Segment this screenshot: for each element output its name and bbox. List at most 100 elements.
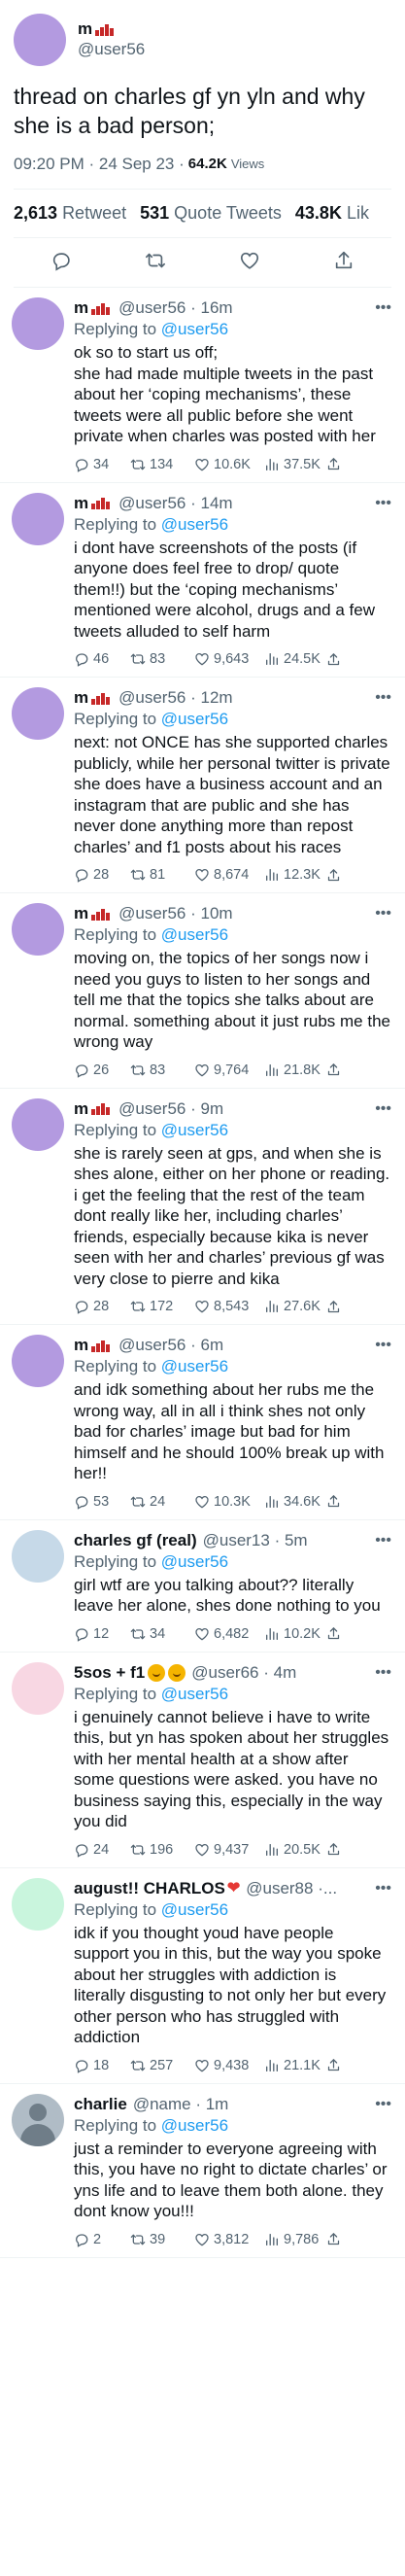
reply-button[interactable]: 28 <box>74 867 130 883</box>
like-button[interactable]: 8,674 <box>194 867 264 883</box>
share-button[interactable] <box>326 1842 341 1857</box>
views-button[interactable]: 37.5K <box>264 457 326 472</box>
more-dots-icon[interactable]: ••• <box>369 687 391 709</box>
more-dots-icon[interactable]: ••• <box>369 493 391 514</box>
reply-tweet[interactable]: m @user56 · 16m ••• Replying to @user56 ok s… <box>0 288 405 483</box>
views-button[interactable]: 24.5K <box>264 651 326 667</box>
author-handle[interactable]: @user56 · 10m <box>118 903 232 924</box>
retweets-stat[interactable]: 2,613 Retweet <box>14 203 126 224</box>
more-dots-icon[interactable]: ••• <box>369 1335 391 1356</box>
quotes-stat[interactable]: 531 Quote Tweets <box>140 203 282 224</box>
avatar[interactable] <box>12 1335 64 1387</box>
views-button[interactable]: 27.6K <box>264 1299 326 1314</box>
author-name[interactable]: m <box>74 493 113 514</box>
mention-link[interactable]: @user56 <box>161 515 228 534</box>
views-button[interactable]: 20.5K <box>264 1842 326 1858</box>
author-name[interactable]: charlie <box>74 2094 127 2115</box>
retweet-button[interactable]: 196 <box>130 1842 194 1858</box>
reply-button[interactable]: 46 <box>74 651 130 667</box>
avatar[interactable] <box>12 903 64 956</box>
reply-button[interactable]: 24 <box>74 1842 130 1858</box>
mention-link[interactable]: @user56 <box>161 1121 228 1139</box>
reply-button[interactable] <box>51 250 72 276</box>
avatar[interactable] <box>12 1877 64 1931</box>
like-button[interactable]: 10.6K <box>194 457 264 472</box>
author-handle[interactable]: @user56 · 12m <box>118 687 232 709</box>
avatar[interactable] <box>12 687 64 740</box>
author-name[interactable]: m <box>78 19 145 39</box>
retweet-button[interactable]: 83 <box>130 1062 194 1078</box>
author-handle[interactable]: @user56 · 9m <box>118 1098 223 1120</box>
avatar[interactable] <box>12 297 64 350</box>
share-button[interactable] <box>333 250 354 276</box>
reply-button[interactable]: 34 <box>74 457 130 472</box>
share-button[interactable] <box>326 2058 341 2072</box>
mention-link[interactable]: @user56 <box>161 2116 228 2135</box>
views-button[interactable]: 12.3K <box>264 867 326 883</box>
reply-tweet[interactable]: august!! CHARLOS ❤ @user88 ·... ••• Replying… <box>0 1868 405 2084</box>
mention-link[interactable]: @user56 <box>161 1552 228 1571</box>
reply-tweet[interactable]: m @user56 · 14m ••• Replying to @user56 i do… <box>0 483 405 678</box>
share-button[interactable] <box>326 652 341 667</box>
views-button[interactable]: 9,786 <box>264 2232 326 2247</box>
retweet-button[interactable]: 172 <box>130 1299 194 1314</box>
reply-tweet[interactable]: m @user56 · 6m ••• Replying to @user56 and i… <box>0 1325 405 1520</box>
author-handle[interactable]: @user88 ·... <box>246 1878 337 1899</box>
mention-link[interactable]: @user56 <box>161 1357 228 1375</box>
more-dots-icon[interactable]: ••• <box>369 903 391 924</box>
avatar[interactable] <box>14 14 66 66</box>
retweet-button[interactable]: 39 <box>130 2232 194 2247</box>
author-handle[interactable]: @name · 1m <box>133 2094 229 2115</box>
like-button[interactable] <box>239 250 260 276</box>
retweet-button[interactable]: 81 <box>130 867 194 883</box>
author-handle[interactable]: @user56 <box>78 39 145 60</box>
more-dots-icon[interactable]: ••• <box>369 2094 391 2115</box>
retweet-button[interactable]: 257 <box>130 2058 194 2073</box>
author-handle[interactable]: @user66 · 4m <box>191 1662 296 1684</box>
views-button[interactable]: 21.1K <box>264 2058 326 2073</box>
like-button[interactable]: 9,764 <box>194 1062 264 1078</box>
mention-link[interactable]: @user56 <box>161 925 228 944</box>
like-button[interactable]: 9,437 <box>194 1842 264 1858</box>
share-button[interactable] <box>326 2232 341 2246</box>
more-dots-icon[interactable]: ••• <box>369 1878 391 1899</box>
like-button[interactable]: 9,438 <box>194 2058 264 2073</box>
avatar[interactable] <box>12 1097 64 1151</box>
author-handle[interactable]: @user56 · 14m <box>118 493 232 514</box>
views-button[interactable]: 10.2K <box>264 1626 326 1642</box>
like-button[interactable]: 6,482 <box>194 1626 264 1642</box>
more-dots-icon[interactable]: ••• <box>369 1098 391 1120</box>
retweet-button[interactable]: 83 <box>130 651 194 667</box>
share-button[interactable] <box>326 1494 341 1509</box>
mention-link[interactable]: @user56 <box>161 320 228 338</box>
retweet-button[interactable] <box>145 250 166 276</box>
reply-tweet[interactable]: 5sos + f1 @user66 · 4m ••• Replying to @use… <box>0 1653 405 1868</box>
reply-button[interactable]: 2 <box>74 2232 130 2247</box>
reply-button[interactable]: 12 <box>74 1626 130 1642</box>
share-button[interactable] <box>326 1626 341 1641</box>
author-name[interactable]: m <box>74 1098 113 1120</box>
retweet-button[interactable]: 24 <box>130 1494 194 1510</box>
reply-tweet[interactable]: charles gf (real) @user13 · 5m ••• Replying… <box>0 1520 405 1653</box>
share-button[interactable] <box>326 868 341 883</box>
avatar[interactable] <box>12 1529 64 1583</box>
like-button[interactable]: 9,643 <box>194 651 264 667</box>
share-button[interactable] <box>326 457 341 471</box>
avatar[interactable] <box>12 1661 64 1715</box>
author-name[interactable]: m <box>74 297 113 319</box>
share-button[interactable] <box>326 1062 341 1077</box>
mention-link[interactable]: @user56 <box>161 710 228 728</box>
like-button[interactable]: 8,543 <box>194 1299 264 1314</box>
reply-tweet[interactable]: charlie @name · 1m ••• Replying to @user56 j… <box>0 2084 405 2258</box>
author-handle[interactable]: @user56 · 16m <box>118 297 232 319</box>
reply-button[interactable]: 53 <box>74 1494 130 1510</box>
reply-button[interactable]: 26 <box>74 1062 130 1078</box>
views-button[interactable]: 21.8K <box>264 1062 326 1078</box>
author-name[interactable]: m <box>74 687 113 709</box>
like-button[interactable]: 3,812 <box>194 2232 264 2247</box>
author-name[interactable]: m <box>74 903 113 924</box>
author-name[interactable]: august!! CHARLOS ❤ <box>74 1878 240 1899</box>
author-name[interactable]: charles gf (real) <box>74 1530 197 1551</box>
author-handle[interactable]: @user13 · 5m <box>203 1530 308 1551</box>
share-button[interactable] <box>326 1300 341 1314</box>
